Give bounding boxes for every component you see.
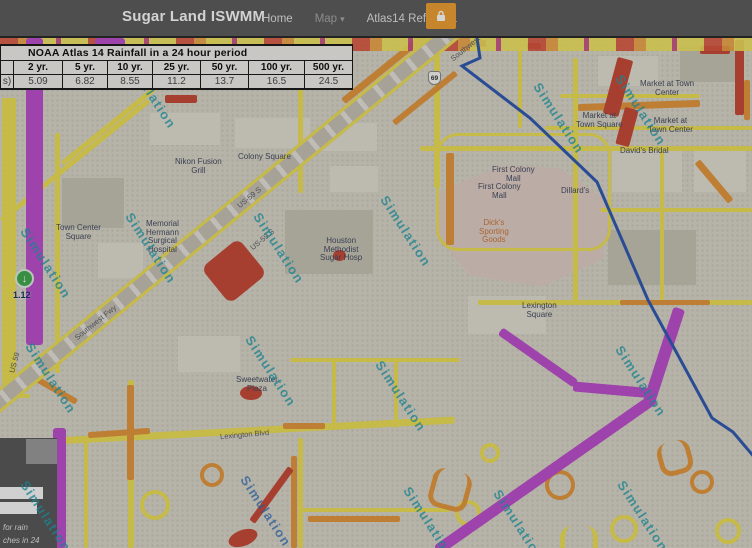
table-row-label-stub [1, 61, 14, 75]
map-label-davids-bridal: David's Bridal [620, 147, 669, 156]
panel-header-box [26, 439, 57, 464]
panel-text-line: ches in 24 [3, 536, 39, 545]
map-label-colony-square: Colony Square [238, 153, 291, 162]
table-value: 13.7 [201, 75, 249, 90]
app-header: Sugar Land ISWMM Home Map▾ Atlas14 Ref. … [0, 0, 752, 38]
table-value: 6.82 [63, 75, 108, 90]
column-header: 25 yr. [153, 61, 201, 75]
table-value: 5.09 [14, 75, 63, 90]
map-label-first-colony-mall: First Colony Mall [492, 166, 535, 183]
map-label-town-center-square: Town Center Square [56, 224, 101, 241]
nav-item-map-label: Map [315, 13, 337, 25]
map-label-market-at-town-center: Market at Town Center [640, 80, 694, 97]
table-value: 16.5 [249, 75, 305, 90]
arrow-down-icon: ↓ [22, 273, 28, 285]
map-label-houston-methodist: Houston Methodist Sugar Hosp [320, 237, 362, 263]
column-header: 500 yr. [305, 61, 353, 75]
column-header: 10 yr. [108, 61, 153, 75]
map-canvas[interactable]: Simulation Simulation Simulation Simulat… [0, 38, 752, 548]
chevron-down-icon: ▾ [340, 14, 345, 24]
column-header: 50 yr. [201, 61, 249, 75]
highway-shield-69: 69 [428, 71, 441, 85]
app-window: Simulation Simulation Simulation Simulat… [0, 0, 752, 548]
table-value: 8.55 [108, 75, 153, 90]
rain-gauge-marker[interactable]: ↓ [15, 269, 34, 288]
rain-gauge-value: 1.12 [13, 290, 31, 300]
nav-item-map[interactable]: Map▾ [315, 13, 345, 25]
panel-text-line: for rain [3, 523, 28, 532]
rainfall-table: NOAA Atlas 14 Rainfall in a 24 hour peri… [0, 44, 353, 90]
table-title: NOAA Atlas 14 Rainfall in a 24 hour peri… [1, 45, 353, 61]
nav-item-home[interactable]: Home [262, 13, 293, 25]
map-label-nikon-fusion-grill: Nikon Fusion Grill [175, 158, 222, 175]
app-title: Sugar Land ISWMM [122, 8, 265, 25]
map-label-market-at-town-square: Market at Town Square [576, 112, 623, 129]
column-header: 100 yr. [249, 61, 305, 75]
map-label-first-colony-mall: First Colony Mall [478, 183, 521, 200]
map-label-dillards: Dillard's [561, 187, 589, 196]
table-values-row: s) 5.09 6.82 8.55 11.2 13.7 16.5 24.5 [1, 75, 353, 90]
table-value: 11.2 [153, 75, 201, 90]
map-label-dicks-sporting-goods: Dick's Sporting Goods [479, 219, 509, 245]
column-header: 5 yr. [63, 61, 108, 75]
table-title-row: NOAA Atlas 14 Rainfall in a 24 hour peri… [1, 45, 353, 61]
lock-icon [435, 10, 447, 22]
table-value: 24.5 [305, 75, 353, 90]
column-header: 2 yr. [14, 61, 63, 75]
table-row-label-truncated: s) [1, 75, 14, 90]
lock-button[interactable] [426, 3, 456, 29]
map-label-lexington-square: Lexington Square [522, 302, 557, 319]
table-header-row: 2 yr. 5 yr. 10 yr. 25 yr. 50 yr. 100 yr.… [1, 61, 353, 75]
